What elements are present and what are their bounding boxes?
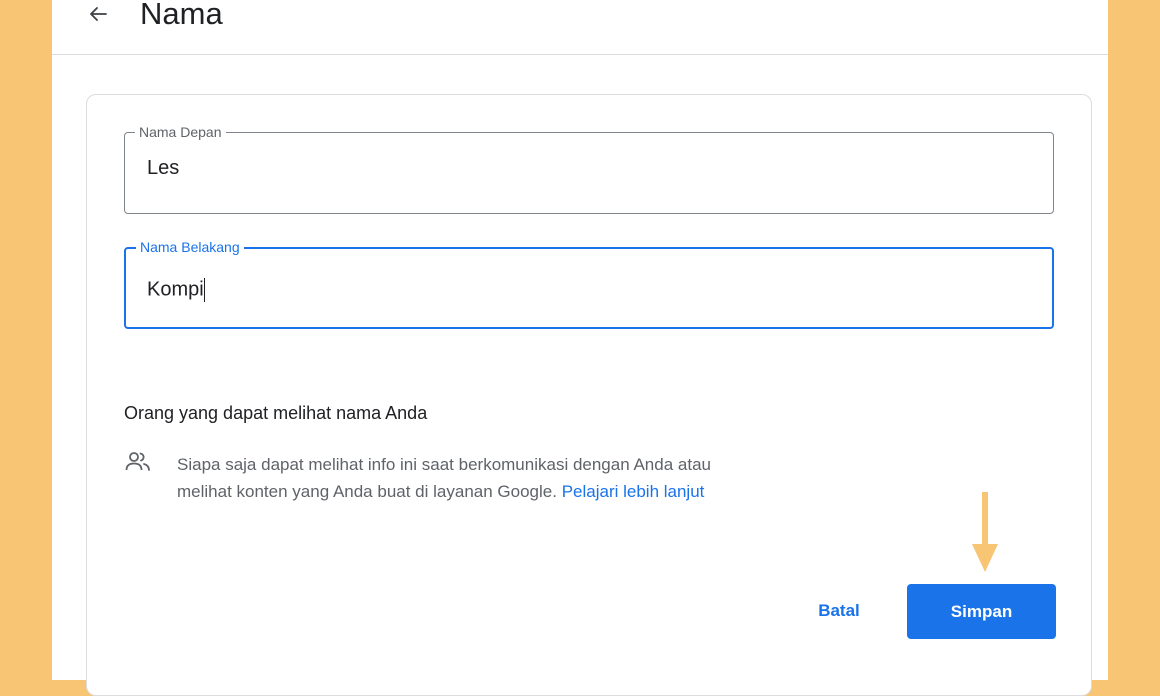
arrow-back-icon bbox=[90, 7, 107, 21]
cancel-button[interactable]: Batal bbox=[797, 585, 881, 637]
last-name-label: Nama Belakang bbox=[136, 239, 244, 255]
back-button[interactable] bbox=[80, 0, 116, 36]
learn-more-link[interactable]: Pelajari lebih lanjut bbox=[562, 482, 705, 501]
visibility-info: Siapa saja dapat melihat info ini saat b… bbox=[177, 451, 737, 505]
page: Nama Nama Depan Nama Belakang Kompi Oran… bbox=[52, 0, 1108, 696]
text-cursor bbox=[203, 278, 205, 302]
name-card: Nama Depan Nama Belakang Kompi Orang yan… bbox=[86, 94, 1092, 696]
first-name-label: Nama Depan bbox=[135, 124, 226, 140]
save-button[interactable]: Simpan bbox=[907, 584, 1056, 639]
first-name-field[interactable]: Nama Depan bbox=[124, 124, 1054, 214]
header: Nama bbox=[52, 0, 1108, 55]
last-name-input[interactable]: Kompi bbox=[147, 278, 1027, 302]
last-name-field[interactable]: Nama Belakang Kompi bbox=[124, 239, 1054, 329]
page-title: Nama bbox=[140, 0, 223, 31]
last-name-value: Kompi bbox=[147, 278, 204, 301]
first-name-input[interactable] bbox=[147, 157, 1027, 180]
people-icon bbox=[125, 452, 150, 471]
visibility-title: Orang yang dapat melihat nama Anda bbox=[124, 403, 428, 423]
arrow-down-icon bbox=[972, 492, 998, 572]
